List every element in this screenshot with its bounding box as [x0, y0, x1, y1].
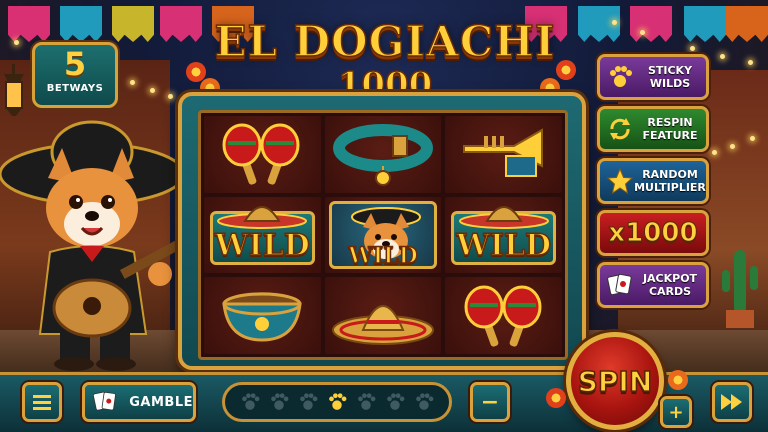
feature-respin: RESPIN FEATURE	[597, 106, 709, 152]
respin-icon	[610, 118, 630, 140]
food-bowl-icon	[222, 291, 303, 342]
betways-badge: 5 BETWAYS	[32, 42, 118, 108]
reel-cell: WILD	[445, 196, 562, 274]
paw-icon	[241, 393, 259, 410]
reel-cell	[324, 116, 442, 193]
paw-icon	[416, 393, 434, 410]
feature-panel: STICKY WILDS RESPIN FEATURE RANDOM MULTIPLI…	[597, 54, 709, 314]
sombrero-icon	[458, 205, 549, 229]
feature-label: RANDOM	[642, 168, 698, 181]
feature-sticky-wilds: STICKY WILDS	[597, 54, 709, 100]
flower-decoration	[668, 370, 688, 390]
cards-icon	[607, 273, 632, 296]
reel-frame: WILD WILD WILD	[178, 92, 586, 370]
plus-label: +	[668, 401, 684, 423]
feature-random-multiplier: RANDOM MULTIPLIER	[597, 158, 709, 204]
feature-jackpot-cards: JACKPOT CARDS	[597, 262, 709, 308]
wild-label: WILD	[347, 243, 418, 271]
dog-collar-icon	[332, 124, 433, 187]
maracas-icon	[222, 123, 300, 185]
feature-label: RESPIN	[647, 116, 693, 129]
paw-icon	[358, 393, 376, 410]
reel-cell	[204, 277, 321, 354]
flower-decoration	[556, 60, 576, 80]
reel-cell: WILD	[324, 196, 442, 274]
decrease-bet-button[interactable]: −	[470, 382, 510, 422]
betways-label: BETWAYS	[46, 83, 104, 94]
betways-count: 5	[63, 45, 87, 83]
feature-max-win: x1000	[597, 210, 709, 256]
reel-cell: WILD	[204, 196, 321, 274]
trumpet-icon	[462, 128, 543, 178]
wild-label: WILD	[214, 228, 310, 265]
maracas-icon	[464, 285, 542, 347]
menu-icon	[33, 395, 51, 410]
feature-label: STICKY	[647, 64, 693, 77]
feature-label: MULTIPLIER	[634, 181, 706, 194]
reel-cell	[445, 116, 562, 193]
fast-forward-button[interactable]	[712, 382, 752, 422]
feature-label: FEATURE	[642, 129, 698, 142]
flower-decoration	[546, 388, 566, 408]
feature-label: WILDS	[649, 77, 691, 90]
paw-icon	[270, 393, 289, 410]
feature-label: JACKPOT	[642, 272, 698, 285]
menu-button[interactable]	[22, 382, 62, 422]
paw-icon	[299, 393, 318, 410]
paw-icon	[610, 66, 632, 87]
mariachi-dog-character	[0, 120, 186, 371]
cards-icon	[93, 391, 116, 411]
sombrero-icon	[331, 304, 434, 345]
feature-label: CARDS	[648, 285, 692, 298]
paw-icon	[387, 393, 405, 410]
max-win-label: x1000	[608, 218, 698, 249]
spin-label: SPIN	[577, 364, 653, 399]
reel-cell	[445, 277, 562, 354]
paw-icon-active	[329, 393, 347, 410]
cactus-decoration	[722, 250, 758, 328]
title-main: EL DOGIACHI	[214, 17, 556, 67]
paw-progress-track	[222, 382, 452, 422]
spin-button[interactable]: SPIN	[566, 332, 664, 430]
reel-grid: WILD WILD WILD	[198, 110, 568, 360]
minus-label: −	[480, 389, 500, 415]
wild-label: WILD	[455, 228, 552, 265]
gamble-button[interactable]: GAMBLE	[82, 382, 196, 422]
fast-forward-icon	[721, 394, 742, 410]
reel-cell	[324, 277, 442, 354]
increase-bet-button[interactable]: +	[660, 396, 692, 428]
star-icon	[606, 167, 634, 195]
gamble-label: GAMBLE	[129, 394, 193, 410]
sombrero-icon	[217, 205, 308, 229]
reel-cell	[204, 116, 321, 193]
